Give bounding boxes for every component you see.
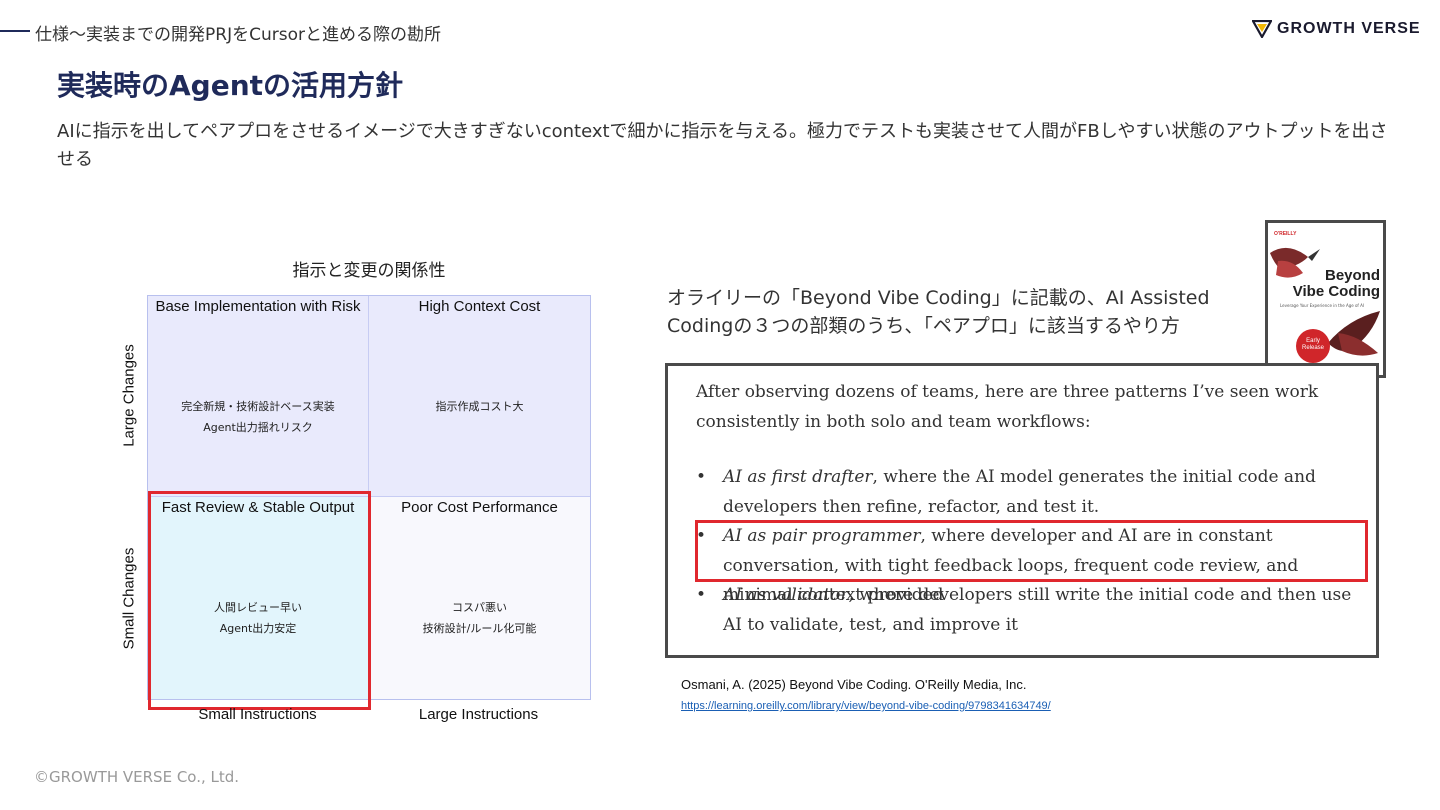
excerpt-intro: After observing dozens of teams, here ar… xyxy=(696,382,1319,432)
footer-copyright: ©GROWTH VERSE Co., Ltd. xyxy=(34,768,240,786)
book-caption: オライリーの「Beyond Vibe Coding」に記載の、AI Assist… xyxy=(667,287,1210,337)
cell-title: Base Implementation with Risk xyxy=(155,298,361,315)
x-axis-label-large: Large Instructions xyxy=(418,706,539,723)
matrix-cell-top-right: High Context Cost 指示作成コスト大 xyxy=(369,296,590,497)
excerpt-list-item: • AI as first drafter, where the AI mode… xyxy=(696,463,1356,522)
excerpt-term: AI as validator xyxy=(723,585,849,605)
book-subtitle: Leverage Your Experience in the Age of A… xyxy=(1280,303,1365,308)
cell-body-line: 指示作成コスト大 xyxy=(435,400,524,413)
matrix-highlight-box xyxy=(148,491,371,710)
page-title: 実装時のAgentの活用方針 xyxy=(57,69,404,102)
book-title: Beyond Vibe Coding xyxy=(1280,268,1380,300)
logo-text: GROWTH VERSE xyxy=(1277,20,1421,37)
matrix-title: 指示と変更の関係性 xyxy=(292,261,446,281)
excerpt-term: AI as first drafter xyxy=(723,467,873,487)
book-title-line: Vibe Coding xyxy=(1292,283,1380,300)
cell-body: 完全新規・技術設計ベース実装 Agent出力揺れリスク xyxy=(148,396,368,438)
citation-link[interactable]: https://learning.oreilly.com/library/vie… xyxy=(681,700,1051,712)
badge-line: Early xyxy=(1306,338,1320,344)
cell-body: 指示作成コスト大 xyxy=(369,396,590,417)
lead-text: AIに指示を出してペアプロをさせるイメージで大きすぎないcontextで細かに指… xyxy=(57,121,1388,170)
excerpt-highlight-box xyxy=(695,520,1368,582)
book-excerpt-box: After observing dozens of teams, here ar… xyxy=(665,363,1379,658)
book-cover-image: O'REILLY Beyond Vibe Coding Leverage You… xyxy=(1265,220,1386,378)
x-axis-label-small: Small Instructions xyxy=(198,706,317,723)
company-logo: GROWTH VERSE xyxy=(1252,20,1421,38)
cell-title: Poor Cost Performance xyxy=(401,499,558,516)
matrix-cell-bottom-right: Poor Cost Performance コスパ悪い 技術設計/ルール化可能 xyxy=(369,497,590,699)
citation-text: Osmani, A. (2025) Beyond Vibe Coding. O'… xyxy=(681,677,1027,692)
matrix-cell-top-left: Base Implementation with Risk 完全新規・技術設計ベ… xyxy=(148,296,369,497)
book-publisher: O'REILLY xyxy=(1274,231,1297,237)
growth-verse-logo-icon xyxy=(1252,20,1272,38)
y-axis-label-large: Large Changes xyxy=(120,344,138,447)
excerpt-list-item: • AI as validator, where developers stil… xyxy=(696,581,1356,640)
cell-body-line: 完全新規・技術設計ベース実装 xyxy=(181,400,335,413)
bullet-icon: • xyxy=(696,467,707,487)
badge-line: Release xyxy=(1301,345,1324,351)
cell-body-line: 技術設計/ルール化可能 xyxy=(422,622,537,635)
early-release-badge: Early Release xyxy=(1296,329,1330,363)
cell-body-line: コスパ悪い xyxy=(452,601,507,614)
cell-body-line: Agent出力揺れリスク xyxy=(203,421,313,434)
book-title-line: Beyond xyxy=(1324,267,1380,284)
y-axis-label-small: Small Changes xyxy=(120,547,138,650)
cell-body: コスパ悪い 技術設計/ルール化可能 xyxy=(369,597,590,639)
header-accent-line xyxy=(0,30,30,32)
breadcrumb: 仕様〜実装までの開発PRJをCursorと進める際の勘所 xyxy=(35,25,441,45)
cell-title: High Context Cost xyxy=(418,298,541,315)
bullet-icon: • xyxy=(696,585,707,605)
